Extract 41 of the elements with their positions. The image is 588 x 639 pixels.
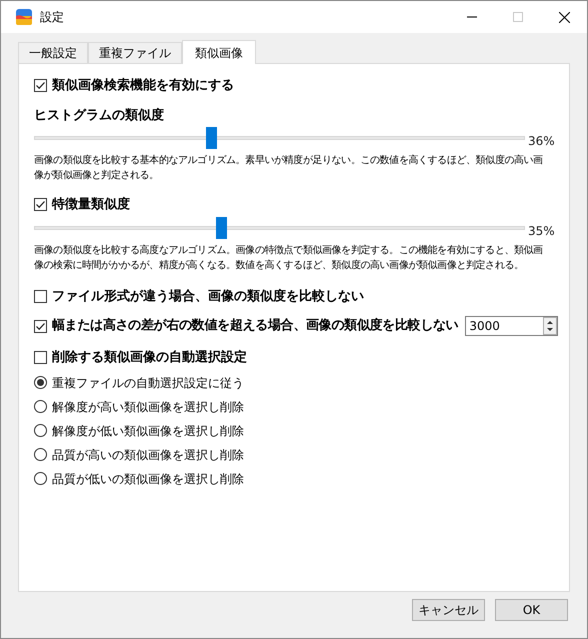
checkbox-label: 幅または高さの差が右の数値を超える場合、画像の類似度を比較しない	[52, 316, 458, 336]
checkbox-label: 類似画像検索機能を有効にする	[52, 76, 234, 95]
checkbox[interactable]	[34, 351, 47, 364]
section-heading: ヒストグラムの類似度	[34, 106, 165, 124]
checkbox-label: 削除する類似画像の自動選択設定	[52, 348, 247, 367]
checkbox[interactable]	[34, 320, 47, 332]
tab[interactable]: 重複ファイル	[88, 42, 182, 63]
number-spinner[interactable]: 3000	[465, 316, 558, 336]
spinner-value: 3000	[468, 318, 501, 335]
description-text: 画像の類似度を比較する基本的なアルゴリズム。素早いが精度が足りない。この数値を高くするほど、類似度の高い画像が類似画像と判定される。	[34, 154, 544, 183]
radio-button[interactable]	[34, 424, 47, 437]
checkbox[interactable]	[34, 79, 47, 92]
dialog-button[interactable]: キャンセル	[412, 599, 485, 621]
radio-label: 品質が高いの類似画像を選択し削除	[52, 446, 244, 464]
radio-button[interactable]	[34, 448, 47, 461]
dialog-button[interactable]: OK	[495, 599, 568, 621]
radio-label: 解像度が低い類似画像を選択し削除	[52, 422, 244, 440]
radio-label: 重複ファイルの自動選択設定に従う	[52, 374, 244, 392]
radio-label: 解像度が高い類似画像を選択し削除	[52, 398, 244, 416]
radio-label: 品質が低いの類似画像を選択し削除	[52, 470, 244, 488]
checkbox[interactable]	[34, 290, 47, 303]
checkbox-label: ファイル形式が違う場合、画像の類似度を比較しない	[52, 288, 364, 306]
radio-button[interactable]	[34, 400, 47, 413]
checkbox-label: 特徴量類似度	[52, 196, 130, 214]
close-icon	[558, 12, 570, 22]
slider-thumb[interactable]	[216, 216, 227, 238]
percent-value: 35%	[528, 222, 555, 240]
percent-value: 36%	[528, 133, 555, 150]
maximize-icon	[513, 12, 523, 22]
app-icon	[16, 9, 32, 25]
tab[interactable]: 一般設定	[18, 42, 88, 63]
tab[interactable]: 類似画像	[182, 40, 256, 64]
description-text: 画像の類似度を比較する高度なアルゴリズム。画像の特徴点で類似画像を判定する。この機能を有効にすると、類似画像の検索に時間がかかるが、精度が高くなる。数値を高くするほど、類似度の高い画像が類似画像と判定される。	[34, 244, 544, 272]
radio-button[interactable]	[34, 472, 47, 485]
slider-track[interactable]	[34, 127, 525, 149]
radio-button[interactable]	[34, 376, 47, 389]
window-title: 設定	[40, 9, 64, 26]
checkbox[interactable]	[34, 198, 47, 212]
slider-track[interactable]	[34, 216, 525, 238]
slider-thumb[interactable]	[206, 127, 217, 149]
spin-arrows-icon[interactable]	[543, 317, 558, 335]
